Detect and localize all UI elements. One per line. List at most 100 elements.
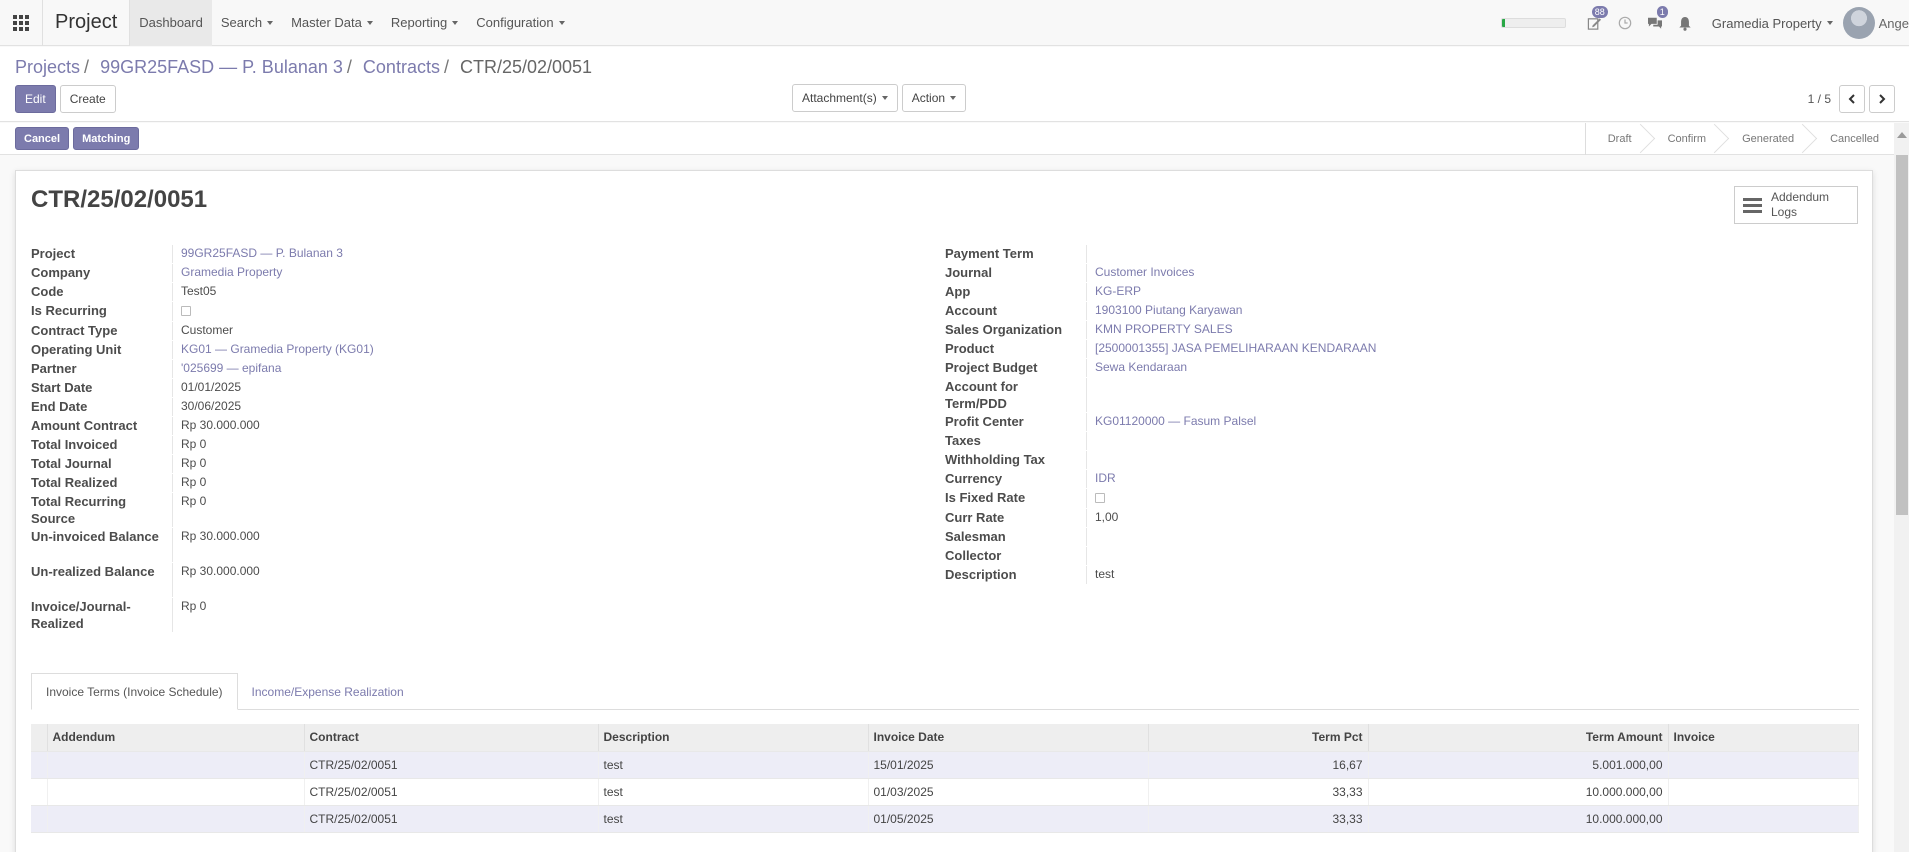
status-stages: Draft Confirm Generated Cancelled xyxy=(1584,123,1893,155)
field-value: 1,00 xyxy=(1095,510,1119,524)
caret-down-icon xyxy=(366,20,373,25)
pager-previous-button[interactable] xyxy=(1839,85,1865,113)
field-link-journal[interactable]: Customer Invoices xyxy=(1095,265,1194,279)
breadcrumb-project[interactable]: 99GR25FASD — P. Bulanan 3 xyxy=(100,57,343,77)
field-label: Un-invoiced Balance xyxy=(31,528,173,562)
cancel-button[interactable]: Cancel xyxy=(15,127,70,150)
tab-income-expense-realization[interactable]: Income/Expense Realization xyxy=(238,673,418,710)
breadcrumb-contracts[interactable]: Contracts xyxy=(363,57,440,77)
table-row[interactable]: CTR/25/02/0051 test 01/03/2025 33,33 10.000.… xyxy=(31,778,1859,806)
menu-label: Configuration xyxy=(476,15,554,30)
field-row-un-invoiced-balance: Un-invoiced Balance Rp 30.000.000 xyxy=(31,528,931,562)
field-link-partner[interactable]: '025699 — epifana xyxy=(181,361,281,375)
stage-confirm[interactable]: Confirm xyxy=(1646,123,1721,155)
menu-configuration[interactable]: Configuration xyxy=(467,0,573,46)
column-header[interactable]: Term Amount xyxy=(1368,724,1669,752)
field-label: Un-realized Balance xyxy=(31,563,173,597)
scroll-up-arrow-icon[interactable] xyxy=(1897,132,1907,138)
chat-icon[interactable]: 1 xyxy=(1640,0,1670,46)
stage-generated[interactable]: Generated xyxy=(1720,123,1808,155)
onboarding-progress-bar[interactable] xyxy=(1500,18,1566,28)
attachments-dropdown[interactable]: Attachment(s) xyxy=(792,84,898,112)
field-value xyxy=(1087,432,1095,450)
field-row-product: Product [2500001355] JASA PEMELIHARAAN KE… xyxy=(945,340,1845,358)
field-link-operating-unit[interactable]: KG01 — Gramedia Property (KG01) xyxy=(181,342,374,356)
activity-edit-icon[interactable]: 88 xyxy=(1580,0,1610,46)
stage-draft[interactable]: Draft xyxy=(1586,123,1646,155)
field-link-sales-organization[interactable]: KMN PROPERTY SALES xyxy=(1095,322,1233,336)
field-value: Rp 0 xyxy=(181,475,207,489)
field-label: Total Invoiced xyxy=(31,436,173,454)
field-link-company[interactable]: Gramedia Property xyxy=(181,265,282,279)
field-link-product[interactable]: [2500001355] JASA PEMELIHARAAN KENDARAAN xyxy=(1095,341,1376,355)
invoice-terms-table: Addendum Contract Description Invoice Da… xyxy=(31,724,1859,833)
menu-dashboard[interactable]: Dashboard xyxy=(130,0,212,46)
chevron-right-icon xyxy=(1879,94,1886,104)
field-link-profit-center[interactable]: KG01120000 — Fasum Palsel xyxy=(1095,414,1256,428)
cell-term-pct: 33,33 xyxy=(1148,778,1369,806)
tab-invoice-terms[interactable]: Invoice Terms (Invoice Schedule) xyxy=(31,673,238,710)
table-row[interactable]: CTR/25/02/0051 test 15/01/2025 16,67 5.001.0… xyxy=(31,751,1859,779)
matching-button[interactable]: Matching xyxy=(73,127,140,150)
cell-contract: CTR/25/02/0051 xyxy=(304,805,599,833)
pager-value[interactable]: 1 / 5 xyxy=(1808,92,1831,106)
field-label: Start Date xyxy=(31,379,173,397)
column-header[interactable]: Invoice xyxy=(1668,724,1859,752)
checkbox-is-fixed-rate[interactable] xyxy=(1095,493,1105,503)
column-header[interactable]: Invoice Date xyxy=(868,724,1149,752)
field-value: Rp 0 xyxy=(181,599,207,613)
column-header[interactable]: Description xyxy=(598,724,869,752)
menu-search[interactable]: Search xyxy=(212,0,282,46)
checkbox-is-recurring[interactable] xyxy=(181,306,191,316)
field-link-app[interactable]: KG-ERP xyxy=(1095,284,1141,298)
app-brand[interactable]: Project xyxy=(42,0,131,46)
field-label: Amount Contract xyxy=(31,417,173,435)
field-value: Customer xyxy=(181,323,234,337)
cell-term-pct: 16,67 xyxy=(1148,751,1369,779)
pager-next-button[interactable] xyxy=(1869,85,1895,113)
field-value xyxy=(1087,245,1095,263)
menu-master-data[interactable]: Master Data xyxy=(282,0,382,46)
field-value: IDR xyxy=(1087,470,1116,488)
addendum-logs-button[interactable]: Addendum Logs xyxy=(1734,186,1858,224)
field-link-project[interactable]: 99GR25FASD — P. Bulanan 3 xyxy=(181,246,343,260)
edit-button[interactable]: Edit xyxy=(15,85,56,113)
bell-icon[interactable] xyxy=(1670,0,1700,46)
field-row-payment-term: Payment Term xyxy=(945,245,1845,263)
field-link-currency[interactable]: IDR xyxy=(1095,471,1116,485)
field-link-account[interactable]: 1903100 Piutang Karyawan xyxy=(1095,303,1242,317)
column-header[interactable]: Contract xyxy=(304,724,599,752)
stage-label: Confirm xyxy=(1667,133,1707,145)
field-label: App xyxy=(945,283,1087,301)
action-dropdown[interactable]: Action xyxy=(901,84,967,112)
user-name[interactable]: Ange xyxy=(1879,16,1909,31)
caret-down-icon xyxy=(881,96,888,100)
field-label: Partner xyxy=(31,360,173,378)
company-switcher[interactable]: Gramedia Property xyxy=(1700,0,1843,46)
apps-menu-icon[interactable] xyxy=(0,0,42,46)
user-avatar[interactable] xyxy=(1842,7,1875,39)
create-button[interactable]: Create xyxy=(59,85,116,113)
menu-reporting[interactable]: Reporting xyxy=(382,0,467,46)
scroll-thumb[interactable] xyxy=(1896,155,1908,515)
row-handle xyxy=(31,805,48,833)
field-label: Collector xyxy=(945,547,1087,565)
table-row[interactable]: CTR/25/02/0051 test 01/05/2025 33,33 10.000.… xyxy=(31,805,1859,833)
field-label: Company xyxy=(31,264,173,282)
field-row-amount-contract: Amount Contract Rp 30.000.000 xyxy=(31,417,931,435)
field-value xyxy=(1087,528,1095,546)
field-value: Customer Invoices xyxy=(1087,264,1194,282)
cell-description: test xyxy=(598,805,869,833)
stage-cancelled[interactable]: Cancelled xyxy=(1808,123,1893,155)
page-scrollbar[interactable] xyxy=(1894,123,1909,852)
column-header[interactable]: Term Pct xyxy=(1148,724,1369,752)
column-header[interactable]: Addendum xyxy=(47,724,305,752)
clock-icon[interactable] xyxy=(1610,0,1640,46)
field-row-contract-type: Contract Type Customer xyxy=(31,322,931,340)
breadcrumb-projects[interactable]: Projects xyxy=(15,57,80,77)
sidebar-actions: Attachment(s) Action xyxy=(792,84,967,112)
field-row-profit-center: Profit Center KG01120000 — Fasum Palsel xyxy=(945,413,1845,431)
field-link-project-budget[interactable]: Sewa Kendaraan xyxy=(1095,360,1187,374)
menu-label: Master Data xyxy=(291,15,362,30)
field-label: Payment Term xyxy=(945,245,1087,263)
